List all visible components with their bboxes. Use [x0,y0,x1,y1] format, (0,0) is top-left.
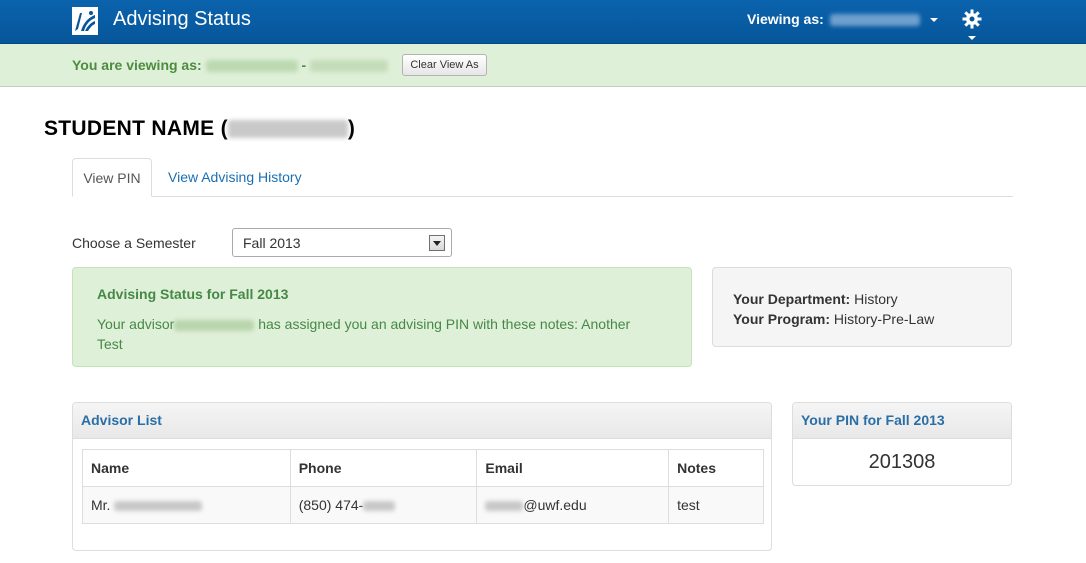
semester-label: Choose a Semester [72,235,196,251]
view-as-banner: You are viewing as: - Clear View As [0,44,1086,87]
redacted-student-id [227,120,348,139]
advising-status-message: Your advisor has assigned you an advisin… [97,314,657,354]
department-value: History [854,291,898,307]
advisor-table: Name Phone Email Notes Mr. (850) 474- @u… [82,449,764,524]
page-title: STUDENT NAME () [44,117,355,141]
redacted-user-name [310,60,389,73]
tab-bar: View PIN View Advising History [72,158,1013,197]
semester-select[interactable]: Fall 2013 [232,228,452,257]
program-row: Your Program: History-Pre-Law [733,309,991,329]
advising-status-title: Advising Status for Fall 2013 [97,286,289,302]
tab-view-pin[interactable]: View PIN [72,158,152,197]
advisor-email-cell: @uwf.edu [476,486,670,524]
table-header-row: Name Phone Email Notes [82,449,764,487]
pin-panel: Your PIN for Fall 2013 201308 [792,402,1012,486]
gear-icon [962,9,982,29]
advisor-list-title: Advisor List [73,403,771,439]
clear-view-as-button[interactable]: Clear View As [402,54,487,76]
program-value: History-Pre-Law [833,311,935,327]
advisor-email-domain: @uwf.edu [523,497,587,513]
advisor-name-cell: Mr. [82,486,291,524]
redacted-email-user [485,501,524,512]
chevron-down-icon [929,18,938,23]
redacted-advisor-name [174,319,255,331]
advising-status-alert: Advising Status for Fall 2013 Your advis… [72,267,692,367]
column-header-email: Email [476,449,670,487]
advisor-phone-cell: (850) 474- [289,486,478,524]
app-title[interactable]: Advising Status [113,8,251,31]
department-info: Your Department: History Your Program: H… [712,267,1012,347]
pin-title: Your PIN for Fall 2013 [793,403,1011,439]
redacted-advisor-name [114,501,203,512]
column-header-name: Name [82,449,291,487]
advisor-list-panel: Advisor List Name Phone Email Notes Mr. [72,402,772,551]
viewing-as-label: Viewing as: [747,11,824,27]
view-as-text: You are viewing as: - [72,57,389,73]
redacted-phone-suffix [363,501,396,512]
tab-view-advising-history[interactable]: View Advising History [156,158,314,197]
viewing-as-menu[interactable]: Viewing as: [747,11,938,27]
settings-menu[interactable] [962,9,998,41]
advisor-title: Mr. [91,497,111,513]
student-name-close: ) [347,117,356,140]
view-as-label: You are viewing as: [72,57,202,73]
semester-selected-value: Fall 2013 [243,235,301,251]
table-row: Mr. (850) 474- @uwf.edu test [82,486,764,524]
status-text-before: Your advisor [97,316,175,332]
column-header-notes: Notes [668,449,764,487]
program-label: Your Program: [733,311,830,327]
redacted-user-id [205,60,298,73]
pin-value: 201308 [868,451,936,473]
student-name-label: STUDENT NAME ( [44,117,228,140]
view-as-separator: - [301,57,307,73]
redacted-user-id [829,14,920,27]
department-label: Your Department: [733,291,851,307]
advisor-phone: (850) 474- [298,497,364,513]
uwf-logo-icon[interactable] [72,7,98,35]
chevron-down-icon [968,36,976,41]
advisor-notes-cell: test [668,486,764,524]
dropdown-arrow-icon[interactable] [429,235,445,251]
column-header-phone: Phone [289,449,478,487]
department-row: Your Department: History [733,289,991,309]
top-navbar: Advising Status Viewing as: [0,0,1086,44]
